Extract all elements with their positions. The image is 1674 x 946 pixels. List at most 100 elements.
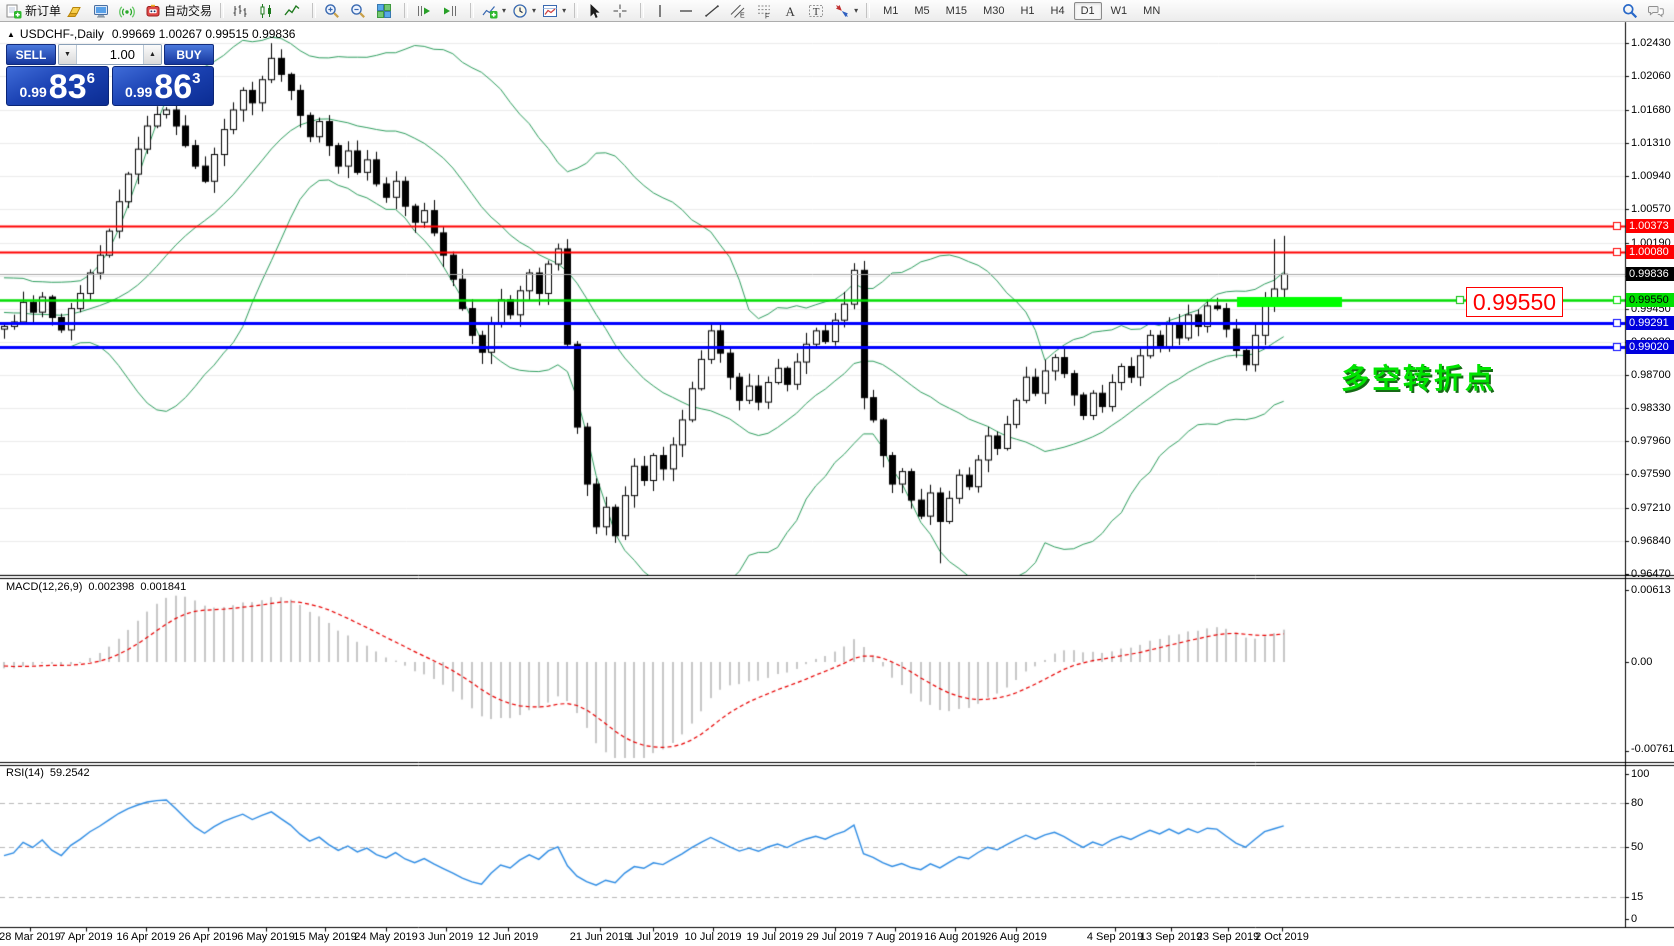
timeframe-switcher: M1M5M15M30H1H4D1W1MN bbox=[875, 2, 1168, 20]
date-tick-label: 3 Jun 2019 bbox=[419, 931, 473, 943]
channel-button[interactable]: E bbox=[727, 0, 753, 22]
date-tick-label: 15 May 2019 bbox=[293, 931, 357, 943]
new-order-button-label: 新订单 bbox=[25, 2, 61, 19]
price-tick-label: 1.01310 bbox=[1631, 137, 1671, 149]
timeframe-mn[interactable]: MN bbox=[1136, 2, 1167, 20]
date-tick-label: 19 Jul 2019 bbox=[747, 931, 804, 943]
rsi-tick-label: 0 bbox=[1631, 913, 1637, 925]
date-tick-label: 1 Jul 2019 bbox=[628, 931, 679, 943]
search-button[interactable] bbox=[1619, 0, 1645, 22]
sell-button[interactable]: SELL bbox=[6, 44, 56, 65]
templates-button[interactable]: ▾ bbox=[539, 0, 569, 22]
toolbar-right-icons bbox=[1619, 0, 1671, 22]
ohlc-values: 0.99669 1.00267 0.99515 0.99836 bbox=[112, 27, 296, 41]
timeframe-h1[interactable]: H1 bbox=[1013, 2, 1041, 20]
template-icon bbox=[542, 3, 558, 19]
text-button[interactable]: A bbox=[779, 0, 805, 22]
price-tick-label: 1.00940 bbox=[1631, 170, 1671, 182]
date-tick-label: 29 Jul 2019 bbox=[807, 931, 864, 943]
buy-button[interactable]: BUY bbox=[164, 44, 214, 65]
arrows-icon bbox=[834, 3, 850, 19]
price-tick-label: 0.97960 bbox=[1631, 435, 1671, 447]
channel-icon: E bbox=[730, 3, 746, 19]
vline-icon bbox=[652, 3, 668, 19]
indicators-button[interactable]: ▾ bbox=[479, 0, 509, 22]
tile-windows-button[interactable] bbox=[373, 0, 399, 22]
svg-text:F: F bbox=[765, 13, 769, 19]
crosshair-icon bbox=[612, 3, 628, 19]
timeframe-d1[interactable]: D1 bbox=[1074, 2, 1102, 20]
macd-tick-label: 0.00 bbox=[1631, 656, 1652, 668]
line-chart-icon bbox=[284, 3, 300, 19]
rsi-tick-label: 100 bbox=[1631, 768, 1649, 780]
buy-price-display[interactable]: 0.99 86 3 bbox=[112, 66, 215, 106]
timeframe-m15[interactable]: M15 bbox=[939, 2, 974, 20]
terminal-button[interactable] bbox=[90, 0, 116, 22]
date-tick-label: 16 Aug 2019 bbox=[924, 931, 986, 943]
arrows-button[interactable]: ▾ bbox=[831, 0, 861, 22]
toolbar-separator bbox=[470, 3, 474, 18]
periods-button[interactable]: ▾ bbox=[509, 0, 539, 22]
chart-title-bar: ▲USDCHF-,Daily0.99669 1.00267 0.99515 0.… bbox=[7, 27, 295, 41]
chevron-down-icon: ▾ bbox=[502, 6, 506, 15]
sell-price-small: 0.99 bbox=[20, 84, 47, 105]
timeframe-m1[interactable]: M1 bbox=[876, 2, 905, 20]
svg-text:E: E bbox=[740, 12, 745, 19]
zoom-in-button[interactable] bbox=[321, 0, 347, 22]
timeframe-h4[interactable]: H4 bbox=[1044, 2, 1072, 20]
signal-button[interactable] bbox=[116, 0, 142, 22]
chart-shift-icon bbox=[442, 3, 458, 19]
zoom-out-button[interactable] bbox=[347, 0, 373, 22]
price-tick-label: 0.96840 bbox=[1631, 535, 1671, 547]
axis-price-flag: 1.00080 bbox=[1626, 245, 1674, 259]
auto-trading-button[interactable]: 自动交易 bbox=[142, 0, 215, 22]
chat-button[interactable] bbox=[1645, 0, 1671, 22]
candlestick-button[interactable] bbox=[255, 0, 281, 22]
cursor-button[interactable] bbox=[583, 0, 609, 22]
chart-canvas[interactable] bbox=[0, 0, 1674, 946]
sell-price-display[interactable]: 0.99 83 6 bbox=[6, 66, 109, 106]
price-tick-label: 1.02430 bbox=[1631, 37, 1671, 49]
volume-increase-button[interactable]: ▲ bbox=[143, 45, 161, 64]
price-callout-label[interactable]: 0.99550 bbox=[1466, 287, 1563, 317]
new-order-icon bbox=[6, 3, 22, 19]
svg-text:T: T bbox=[813, 6, 820, 18]
one-click-trading-panel: SELL ▼ 1.00 ▲ BUY 0.99 83 6 0.99 86 3 bbox=[6, 44, 214, 106]
text-label-button[interactable]: T bbox=[805, 0, 831, 22]
date-tick-label: 7 Apr 2019 bbox=[59, 931, 112, 943]
date-tick-label: 4 Sep 2019 bbox=[1087, 931, 1143, 943]
price-tick-label: 0.98700 bbox=[1631, 369, 1671, 381]
bar-chart-button[interactable] bbox=[229, 0, 255, 22]
turning-point-annotation[interactable]: 多空转折点 bbox=[1341, 357, 1496, 397]
volume-input[interactable]: 1.00 bbox=[77, 45, 143, 64]
mt4-window: 新订单自动交易▾▾▾EFAT▾M1M5M15M30H1H4D1W1MN ▲USD… bbox=[0, 0, 1674, 946]
line-chart-button[interactable] bbox=[281, 0, 307, 22]
auto-scroll-button[interactable] bbox=[413, 0, 439, 22]
rsi-indicator-label: RSI(14)59.2542 bbox=[6, 767, 96, 779]
toolbar-separator bbox=[640, 3, 644, 18]
search-icon bbox=[1622, 3, 1638, 19]
crosshair-button[interactable] bbox=[609, 0, 635, 22]
chart-shift-button[interactable] bbox=[439, 0, 465, 22]
horizontal-line-button[interactable] bbox=[675, 0, 701, 22]
volume-decrease-button[interactable]: ▼ bbox=[59, 45, 77, 64]
volume-stepper: ▼ 1.00 ▲ bbox=[58, 44, 162, 65]
date-tick-label: 26 Apr 2019 bbox=[178, 931, 237, 943]
gold-button[interactable] bbox=[64, 0, 90, 22]
new-order-button[interactable]: 新订单 bbox=[3, 0, 64, 22]
timeframe-w1[interactable]: W1 bbox=[1104, 2, 1135, 20]
text-label-icon: T bbox=[808, 3, 824, 19]
auto-scroll-icon bbox=[416, 3, 432, 19]
price-tick-label: 1.01680 bbox=[1631, 104, 1671, 116]
add-indicator-icon bbox=[482, 3, 498, 19]
trendline-button[interactable] bbox=[701, 0, 727, 22]
fibonacci-button[interactable]: F bbox=[753, 0, 779, 22]
timeframe-m5[interactable]: M5 bbox=[907, 2, 936, 20]
cursor-icon bbox=[586, 3, 602, 19]
chat-icon bbox=[1648, 3, 1664, 19]
timeframe-m30[interactable]: M30 bbox=[976, 2, 1011, 20]
date-tick-label: 24 May 2019 bbox=[354, 931, 418, 943]
vertical-line-button[interactable] bbox=[649, 0, 675, 22]
toolbar-separator bbox=[220, 3, 224, 18]
svg-text:A: A bbox=[786, 4, 796, 19]
